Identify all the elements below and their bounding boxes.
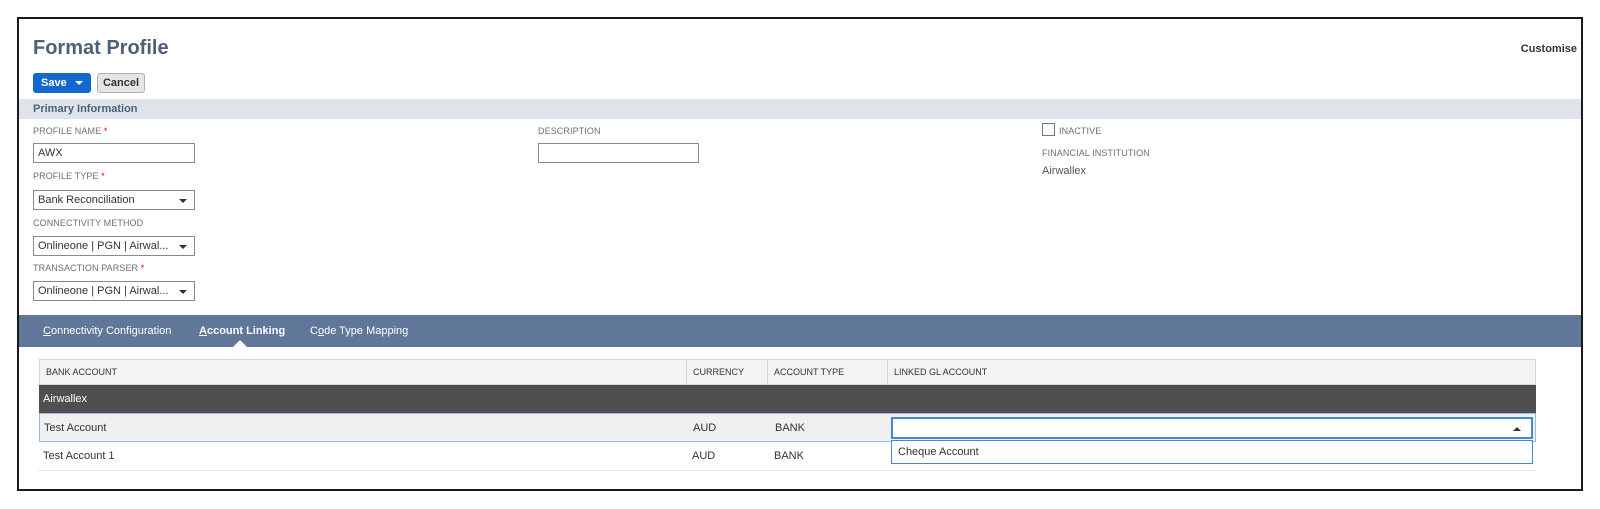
description-label: DESCRIPTION [538, 126, 601, 136]
cell-currency: AUD [693, 422, 717, 434]
tab-label-part: de Type Mapping [324, 325, 409, 337]
tab-account-linking[interactable]: Account Linking [199, 325, 285, 337]
cell-currency: AUD [692, 450, 716, 462]
chevron-down-icon [179, 199, 187, 203]
tab-label-part: ccount Linking [206, 325, 286, 337]
tab-access-key: C [43, 325, 51, 337]
financial-institution-value: Airwallex [1042, 165, 1087, 177]
profile-type-value: Bank Reconciliation [38, 194, 135, 206]
profile-name-label-text: PROFILE NAME [33, 126, 102, 136]
format-profile-window: Format Profile Customise Save Cancel Pri… [17, 17, 1583, 491]
transaction-parser-select[interactable]: Onlineone | PGN | Airwal... [33, 281, 195, 301]
save-button-label: Save [41, 77, 67, 89]
transaction-parser-value: Onlineone | PGN | Airwal... [38, 285, 169, 297]
profile-name-label: PROFILE NAME * [33, 126, 107, 136]
chevron-down-icon[interactable] [75, 81, 83, 85]
linked-gl-account-select[interactable] [891, 417, 1533, 439]
transaction-parser-label: TRANSACTION PARSER * [33, 263, 144, 273]
subtab-bar: Connectivity Configuration Account Linki… [19, 315, 1581, 347]
connectivity-method-label: CONNECTIVITY METHOD [33, 218, 144, 228]
tab-label-part: onnectivity Configuration [50, 325, 172, 337]
connectivity-method-value: Onlineone | PGN | Airwal... [38, 240, 169, 252]
cell-bank-account: Test Account 1 [43, 450, 115, 462]
financial-institution-label: FINANCIAL INSTITUTION [1042, 148, 1150, 158]
customise-link[interactable]: Customise [1521, 43, 1577, 55]
chevron-down-icon [179, 245, 187, 249]
tab-label-part: C [310, 325, 318, 337]
connectivity-method-select[interactable]: Onlineone | PGN | Airwal... [33, 236, 195, 256]
tab-code-type-mapping[interactable]: Code Type Mapping [310, 325, 408, 337]
active-tab-pointer [233, 340, 247, 347]
cell-bank-account: Test Account [44, 422, 107, 434]
cell-account-type: BANK [774, 450, 804, 462]
page-title: Format Profile [33, 37, 169, 59]
table-header: BANK ACCOUNT CURRENCY ACCOUNT TYPE LINKE… [39, 359, 1536, 385]
inactive-checkbox[interactable] [1042, 123, 1055, 136]
description-field[interactable] [538, 143, 699, 163]
group-row-airwallex: Airwallex [39, 385, 1536, 413]
cell-account-type: BANK [775, 422, 805, 434]
tab-connectivity-configuration[interactable]: Connectivity Configuration [43, 325, 171, 337]
gl-account-option[interactable]: Cheque Account [891, 440, 1533, 464]
chevron-up-icon[interactable] [1513, 427, 1521, 431]
column-header-account-type[interactable]: ACCOUNT TYPE [768, 360, 888, 384]
column-header-bank-account[interactable]: BANK ACCOUNT [40, 360, 687, 384]
profile-name-field[interactable]: AWX [33, 143, 195, 163]
primary-information-header[interactable]: Primary Information [19, 99, 1581, 119]
required-marker: * [101, 171, 105, 181]
transaction-parser-label-text: TRANSACTION PARSER [33, 263, 139, 273]
required-marker: * [140, 263, 145, 273]
required-marker: * [103, 126, 108, 136]
tab-access-key: A [199, 325, 207, 337]
column-header-linked-gl-account[interactable]: LINKED GL ACCOUNT [888, 360, 1535, 384]
column-header-currency[interactable]: CURRENCY [687, 360, 768, 384]
profile-type-label-text: PROFILE TYPE [33, 171, 99, 181]
inactive-label: INACTIVE [1059, 126, 1102, 136]
profile-type-label: PROFILE TYPE * [33, 171, 105, 181]
cancel-button[interactable]: Cancel [97, 73, 145, 93]
chevron-down-icon [179, 290, 187, 294]
profile-type-select[interactable]: Bank Reconciliation [33, 190, 195, 210]
save-button[interactable]: Save [33, 73, 91, 93]
